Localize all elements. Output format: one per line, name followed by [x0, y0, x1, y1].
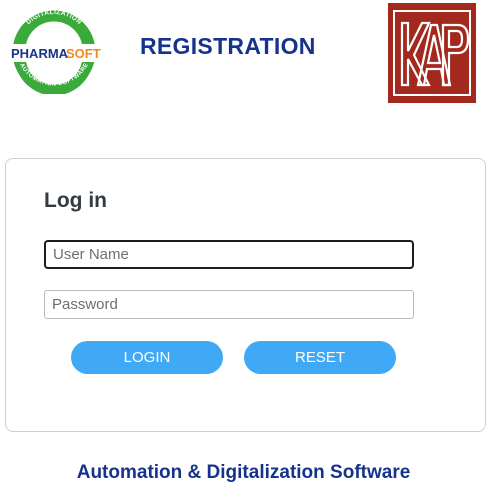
reset-button[interactable]: RESET — [244, 341, 396, 374]
kap-logo: KAP — [388, 3, 476, 103]
logo-brand-first: PHARMA — [11, 46, 69, 61]
login-title: Log in — [44, 189, 107, 212]
login-card: Log in LOGIN RESET — [5, 158, 486, 432]
registration-page: DIGITALIZATION AUTOMATION SOFTWARE PHARM… — [0, 0, 487, 490]
footer-tagline: Automation & Digitalization Software — [76, 462, 411, 483]
login-button[interactable]: LOGIN — [71, 341, 223, 374]
logo-brand-second: SOFT — [66, 46, 101, 61]
password-input[interactable] — [44, 290, 414, 319]
pharmasoft-logo: DIGITALIZATION AUTOMATION SOFTWARE PHARM… — [6, 6, 102, 96]
username-input[interactable] — [44, 240, 414, 269]
kap-logo-text: KAP — [432, 99, 434, 102]
page-title: REGISTRATION — [140, 33, 316, 59]
